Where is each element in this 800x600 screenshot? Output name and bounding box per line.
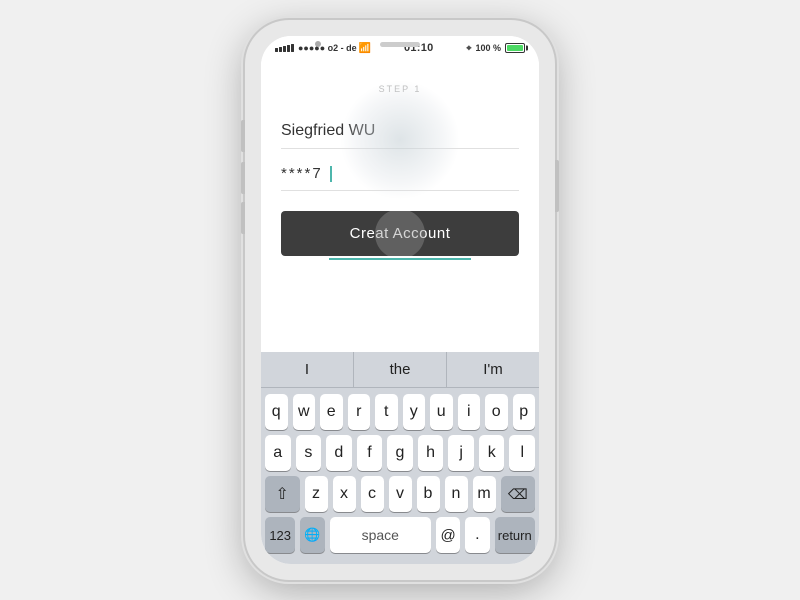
key-g[interactable]: g bbox=[387, 435, 413, 471]
battery-indicator bbox=[505, 43, 525, 53]
phone-screen: ●●●●● o2 - de 📶 01:10 ⌖ 100 % STEP 1 bbox=[261, 36, 539, 564]
key-p[interactable]: p bbox=[513, 394, 536, 430]
space-key[interactable]: space bbox=[330, 517, 431, 553]
status-left: ●●●●● o2 - de 📶 bbox=[275, 43, 371, 54]
text-cursor bbox=[330, 166, 332, 182]
key-t[interactable]: t bbox=[375, 394, 398, 430]
app-content: STEP 1 ****7 Creat Account bbox=[261, 60, 539, 564]
signal-dot-5 bbox=[291, 44, 294, 52]
key-a[interactable]: a bbox=[265, 435, 291, 471]
signal-dot-4 bbox=[287, 45, 290, 52]
period-label: . bbox=[475, 526, 479, 544]
button-underline bbox=[329, 258, 472, 260]
phone-device: ●●●●● o2 - de 📶 01:10 ⌖ 100 % STEP 1 bbox=[245, 20, 555, 580]
key-z[interactable]: z bbox=[305, 476, 328, 512]
key-r[interactable]: r bbox=[348, 394, 371, 430]
key-i[interactable]: i bbox=[458, 394, 481, 430]
space-label: space bbox=[362, 527, 399, 543]
key-d[interactable]: d bbox=[326, 435, 352, 471]
phone-frame: ●●●●● o2 - de 📶 01:10 ⌖ 100 % STEP 1 bbox=[245, 20, 555, 580]
step-label: STEP 1 bbox=[281, 84, 519, 94]
autocorrect-item-2[interactable]: the bbox=[354, 352, 447, 387]
key-s[interactable]: s bbox=[296, 435, 322, 471]
key-w[interactable]: w bbox=[293, 394, 316, 430]
key-n[interactable]: n bbox=[445, 476, 468, 512]
key-row-4: 123 🌐 space @ . bbox=[265, 517, 535, 557]
key-e[interactable]: e bbox=[320, 394, 343, 430]
delete-icon: ⌫ bbox=[508, 486, 528, 503]
autocorrect-bar: I the I'm bbox=[261, 352, 539, 388]
at-label: @ bbox=[440, 527, 455, 544]
password-text: ****7 bbox=[281, 165, 323, 182]
key-v[interactable]: v bbox=[389, 476, 412, 512]
delete-key[interactable]: ⌫ bbox=[501, 476, 536, 512]
keyboard: I the I'm q w e bbox=[261, 352, 539, 564]
signal-dot-1 bbox=[275, 48, 278, 52]
carrier-label: ●●●●● o2 - de bbox=[298, 43, 357, 53]
globe-key[interactable]: 🌐 bbox=[300, 517, 324, 553]
key-x[interactable]: x bbox=[333, 476, 356, 512]
password-display[interactable]: ****7 bbox=[281, 161, 519, 191]
name-input[interactable] bbox=[281, 118, 519, 149]
key-f[interactable]: f bbox=[357, 435, 383, 471]
autocorrect-item-3[interactable]: I'm bbox=[447, 352, 539, 387]
location-icon: ⌖ bbox=[466, 43, 471, 54]
return-label: return bbox=[498, 528, 532, 543]
create-account-button[interactable]: Creat Account bbox=[281, 211, 519, 256]
shift-key[interactable]: ⇧ bbox=[265, 476, 300, 512]
autocorrect-item-1[interactable]: I bbox=[261, 352, 354, 387]
period-key[interactable]: . bbox=[465, 517, 489, 553]
key-m[interactable]: m bbox=[473, 476, 496, 512]
status-bar: ●●●●● o2 - de 📶 01:10 ⌖ 100 % bbox=[261, 36, 539, 60]
globe-icon: 🌐 bbox=[304, 527, 320, 543]
key-row-1: q w e r t y u i o p bbox=[265, 394, 535, 430]
num-label: 123 bbox=[269, 528, 291, 543]
front-camera bbox=[315, 41, 321, 47]
key-b[interactable]: b bbox=[417, 476, 440, 512]
key-y[interactable]: y bbox=[403, 394, 426, 430]
signal-strength bbox=[275, 44, 294, 52]
earpiece bbox=[380, 42, 420, 47]
key-o[interactable]: o bbox=[485, 394, 508, 430]
key-c[interactable]: c bbox=[361, 476, 384, 512]
at-key[interactable]: @ bbox=[436, 517, 460, 553]
return-key[interactable]: return bbox=[495, 517, 536, 553]
key-l[interactable]: l bbox=[509, 435, 535, 471]
status-right: ⌖ 100 % bbox=[466, 43, 525, 54]
key-row-2: a s d f g h j k l bbox=[265, 435, 535, 471]
key-j[interactable]: j bbox=[448, 435, 474, 471]
key-k[interactable]: k bbox=[479, 435, 505, 471]
num-key[interactable]: 123 bbox=[265, 517, 295, 553]
signal-dot-3 bbox=[283, 46, 286, 52]
key-q[interactable]: q bbox=[265, 394, 288, 430]
key-row-3: ⇧ z x c v b n m ⌫ bbox=[265, 476, 535, 512]
battery-percent: 100 % bbox=[475, 43, 501, 53]
keyboard-rows: q w e r t y u i o p bbox=[261, 388, 539, 564]
key-h[interactable]: h bbox=[418, 435, 444, 471]
key-u[interactable]: u bbox=[430, 394, 453, 430]
shift-icon: ⇧ bbox=[276, 484, 289, 504]
signal-dot-2 bbox=[279, 47, 282, 52]
wifi-icon: 📶 bbox=[359, 43, 371, 54]
button-ripple bbox=[375, 211, 425, 256]
battery-fill bbox=[507, 45, 523, 51]
form-area: STEP 1 ****7 Creat Account bbox=[261, 60, 539, 270]
